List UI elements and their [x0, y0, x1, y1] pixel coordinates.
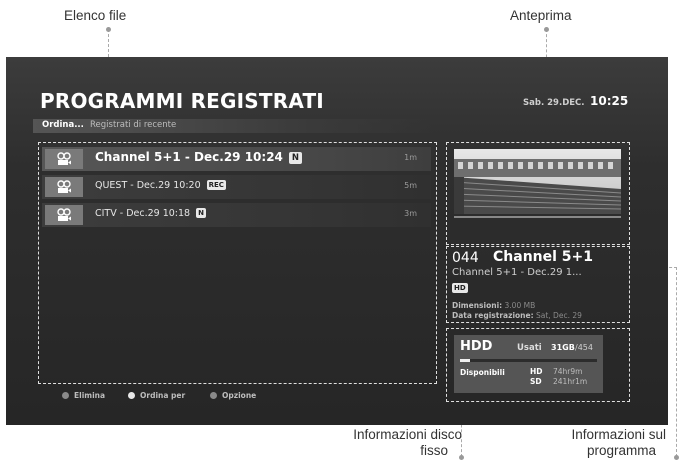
recording-row[interactable]: Channel 5+1 - Dec.29 10:24 N 1m — [42, 147, 431, 171]
legend-options-label: Opzione — [222, 391, 257, 400]
recording-duration: 1m — [404, 153, 417, 162]
date-label: Data registrazione: — [452, 311, 534, 320]
callout-program-info-line2: programma — [586, 443, 656, 458]
hdd-used-label: Usati — [517, 343, 542, 353]
recording-title: Channel 5+1 - Dec.29 10:24 N — [95, 150, 303, 164]
callout-program-info: Informazioni sul programma — [536, 427, 666, 459]
page-title: PROGRAMMI REGISTRATI — [40, 89, 324, 113]
recording-row[interactable]: CITV - Dec.29 10:18 N 3m — [42, 203, 431, 227]
rec-badge: REC — [206, 180, 226, 190]
clock-time: 10:25 — [590, 94, 629, 108]
callout-program-info-vline — [676, 267, 677, 457]
date-value: Sat, Dec. 29 — [535, 311, 582, 320]
hdd-usage-bar — [460, 359, 597, 362]
hdd-hd-time: 74hr9m — [553, 367, 583, 376]
camera-icon — [45, 205, 83, 225]
hdd-sd-time: 241hr1m — [553, 377, 588, 386]
hdd-sd-label: SD — [530, 377, 542, 386]
legend-options[interactable]: Opzione — [210, 391, 256, 400]
white-button-icon — [128, 392, 135, 399]
hdd-hd-label: HD — [530, 367, 543, 376]
callout-disk-info-line2: fisso — [420, 443, 448, 458]
callout-disk-info-dot-end — [459, 455, 464, 460]
camera-icon — [45, 177, 83, 197]
new-badge: N — [288, 152, 303, 164]
callout-disk-info-line1: Informazioni disco — [353, 427, 462, 442]
hdd-used-value: 31GB — [551, 343, 575, 352]
legend-delete[interactable]: Elimina — [62, 391, 105, 400]
preview-panel — [446, 142, 630, 245]
channel-name: Channel 5+1 — [493, 249, 594, 265]
sort-value: Registrati di recente — [90, 120, 177, 130]
legend-sort-by[interactable]: Ordina per — [128, 391, 185, 400]
size-label: Dimensioni: — [452, 301, 503, 310]
hdd-panel: HDD Usati 31GB /454 Disponibili HD 74hr9… — [454, 335, 603, 393]
legend-sort-by-label: Ordina per — [140, 391, 186, 400]
program-info-panel: 044 Channel 5+1 Channel 5+1 - Dec.29 1..… — [446, 246, 630, 323]
hdd-info-panel: HDD Usati 31GB /454 Disponibili HD 74hr9… — [446, 328, 630, 402]
legend-delete-label: Elimina — [74, 391, 106, 400]
clock-date: Sab. 29.DEC. — [523, 98, 585, 108]
new-badge: N — [196, 208, 206, 218]
hdd-available-label: Disponibili — [460, 368, 505, 377]
hdd-total: /454 — [575, 343, 593, 352]
callout-preview: Anteprima — [510, 8, 572, 23]
recording-row[interactable]: QUEST - Dec.29 10:20 REC 5m — [42, 175, 431, 199]
hdd-usage-fill — [460, 359, 470, 362]
recording-title-text: Channel 5+1 - Dec.29 10:24 — [95, 150, 283, 164]
hd-badge: HD — [452, 283, 468, 293]
recording-duration: 3m — [404, 209, 417, 218]
size-value: 3.00 MB — [504, 301, 536, 310]
recording-duration: 5m — [404, 181, 417, 190]
callout-file-list-dot — [106, 27, 111, 32]
grey-button-icon — [210, 392, 217, 399]
recording-title: QUEST - Dec.29 10:20 REC — [95, 180, 226, 191]
preview-image — [454, 149, 621, 214]
callout-file-list: Elenco file — [64, 8, 127, 23]
recording-title-text: CITV - Dec.29 10:18 — [95, 208, 191, 219]
grey-button-icon — [62, 392, 69, 399]
recording-title-text: QUEST - Dec.29 10:20 — [95, 180, 201, 191]
preview-progress-bar — [454, 216, 621, 218]
callout-program-info-line1: Informazioni sul — [571, 427, 666, 442]
date-line: Data registrazione: Sat, Dec. 29 — [452, 311, 582, 321]
camera-icon — [45, 149, 83, 169]
callout-preview-dot — [544, 27, 549, 32]
sort-label[interactable]: Ordina... — [42, 120, 84, 130]
hdd-title: HDD — [460, 339, 493, 354]
channel-number: 044 — [452, 250, 479, 266]
file-list: Channel 5+1 - Dec.29 10:24 N 1m QUEST - D… — [38, 142, 437, 384]
tv-screen: PROGRAMMI REGISTRATI Sab. 29.DEC. 10:25 … — [6, 57, 668, 425]
size-line: Dimensioni: 3.00 MB — [452, 301, 535, 310]
callout-program-info-dot-end — [674, 455, 679, 460]
program-title: Channel 5+1 - Dec.29 1... — [452, 267, 582, 278]
recording-title: CITV - Dec.29 10:18 N — [95, 208, 206, 219]
callout-disk-info: Informazioni disco fisso — [310, 427, 462, 459]
